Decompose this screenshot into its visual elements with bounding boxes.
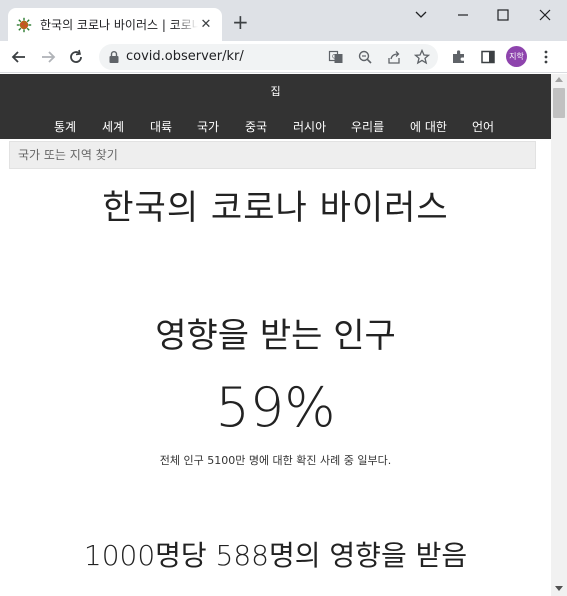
home-link[interactable]: 집 <box>0 83 551 99</box>
minimize-icon[interactable] <box>453 5 473 25</box>
translate-icon[interactable]: G <box>328 49 344 65</box>
nav-item-russia[interactable]: 러시아 <box>293 118 326 135</box>
zoom-icon[interactable] <box>357 49 373 65</box>
search-input[interactable] <box>10 142 535 168</box>
virus-favicon-icon <box>16 17 32 32</box>
nav-item-china[interactable]: 중국 <box>245 118 267 135</box>
star-bookmark-icon[interactable] <box>414 49 430 65</box>
vertical-scrollbar[interactable] <box>551 74 567 596</box>
nav-item-countries[interactable]: 국가 <box>197 118 219 135</box>
chevron-down-icon[interactable] <box>411 5 431 25</box>
new-tab-button[interactable]: + <box>232 12 249 32</box>
affected-note: 전체 인구 5100만 명에 대한 확진 사례 중 일부다. <box>159 454 392 467</box>
side-panel-icon[interactable] <box>480 49 496 65</box>
profile-avatar[interactable]: 지학 <box>506 46 527 67</box>
tab-strip: 한국의 코로나 바이러스 | 코로나 ✕ + <box>0 0 567 41</box>
nav-item-world[interactable]: 세계 <box>102 118 124 135</box>
lock-icon[interactable] <box>108 50 120 64</box>
page-title: 한국의 코로나 바이러스 <box>102 188 449 228</box>
url-text[interactable]: covid.observer/kr/ <box>126 49 244 64</box>
close-window-icon[interactable] <box>535 5 555 25</box>
scroll-thumb[interactable] <box>553 88 565 118</box>
country-search <box>9 141 536 169</box>
browser-toolbar: covid.observer/kr/ G 지학 <box>0 41 567 73</box>
nav-item-continents[interactable]: 대륙 <box>150 118 172 135</box>
nav-item-stats[interactable]: 통계 <box>54 118 76 135</box>
nav-item-language[interactable]: 언어 <box>472 118 494 135</box>
affected-percent: 59% <box>215 376 336 439</box>
tab-title: 한국의 코로나 바이러스 | 코로나 <box>40 18 198 32</box>
maximize-icon[interactable] <box>493 5 513 25</box>
extensions-puzzle-icon[interactable] <box>451 49 467 65</box>
site-navbar: 집 통계 세계 대륙 국가 중국 러시아 우리를 에 대한 언어 <box>0 74 551 139</box>
page-viewport: 집 통계 세계 대륙 국가 중국 러시아 우리를 에 대한 언어 한국의 코로나… <box>0 74 551 596</box>
address-bar[interactable]: covid.observer/kr/ G <box>99 44 438 70</box>
share-icon[interactable] <box>386 49 402 65</box>
scroll-down-arrow-icon[interactable] <box>555 586 563 591</box>
forward-arrow-icon[interactable] <box>38 47 58 67</box>
tab-close-icon[interactable]: ✕ <box>198 17 214 32</box>
browser-tab[interactable]: 한국의 코로나 바이러스 | 코로나 ✕ <box>8 8 222 41</box>
nav-item-about[interactable]: 에 대한 <box>410 118 447 135</box>
kebab-menu-icon[interactable] <box>538 49 554 65</box>
svg-text:G: G <box>332 54 337 61</box>
back-arrow-icon[interactable] <box>9 47 29 67</box>
affected-population-heading: 영향을 받는 인구 <box>155 316 396 356</box>
scroll-up-arrow-icon[interactable] <box>555 77 563 82</box>
reload-icon[interactable] <box>66 47 86 67</box>
nav-item-us[interactable]: 우리를 <box>351 118 384 135</box>
per-thousand-heading: 1000명당 588명의 영향을 받음 <box>83 539 468 572</box>
